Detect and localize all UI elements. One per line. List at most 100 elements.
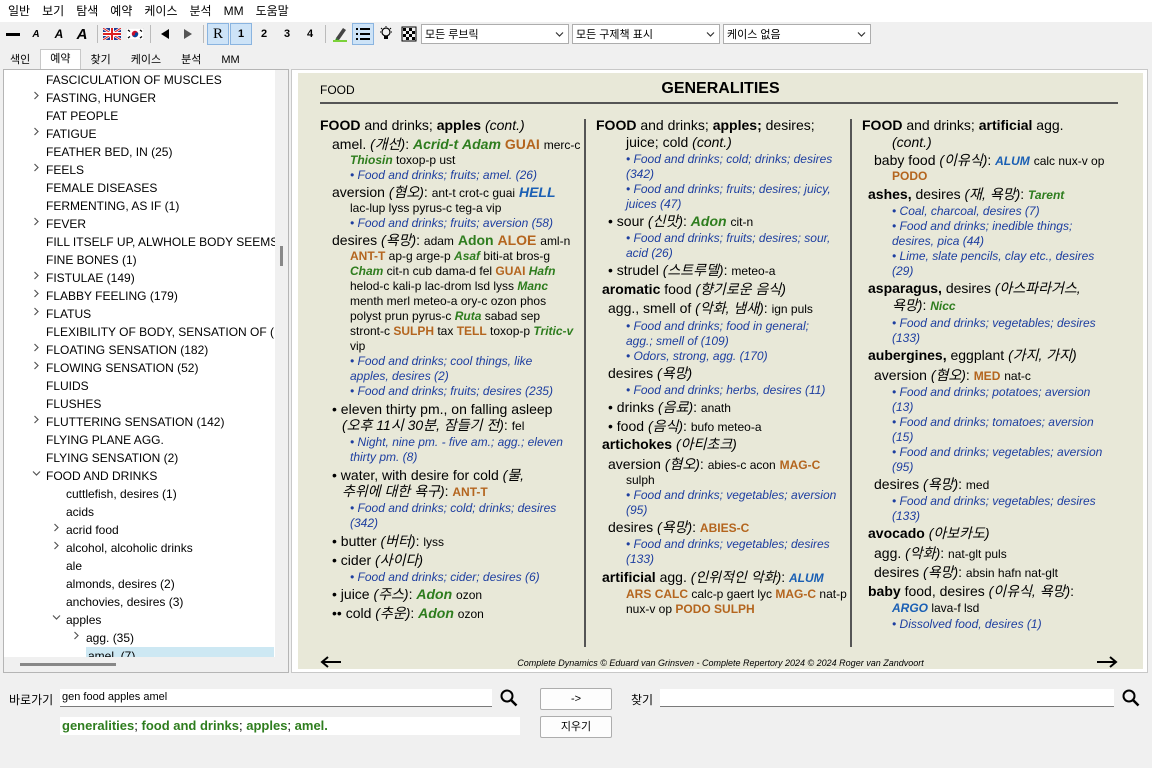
cross-reference[interactable]: • Lime, slate pencils, clay etc., desire… xyxy=(892,249,1094,264)
rubric[interactable]: • strudel (스트루델): meteo-a xyxy=(608,263,775,279)
cross-reference[interactable]: • Coal, charcoal, desires (7) xyxy=(892,204,1040,219)
clear-button[interactable]: 지우기 xyxy=(540,716,612,738)
rubric-heading[interactable]: artificial agg. (인위적인 악화): ALUM xyxy=(602,570,824,586)
cross-reference[interactable]: • Food and drinks; tomatoes; aversion xyxy=(892,415,1094,430)
cross-reference[interactable]: • Dissolved food, desires (1) xyxy=(892,617,1042,632)
tree-item[interactable]: FERMENTING, AS IF (1) xyxy=(46,197,179,215)
tree-item[interactable]: apples xyxy=(52,611,101,629)
tree-item[interactable]: FATIGUE xyxy=(33,125,96,143)
tree-item[interactable]: FLUTTERING SENSATION (142) xyxy=(33,413,224,431)
rubric[interactable]: agg. (악화): nat-glt puls xyxy=(874,546,1007,562)
tree-item[interactable]: FLYING SENSATION (2) xyxy=(46,449,178,467)
cross-reference[interactable]: (95) xyxy=(626,503,647,518)
find-input[interactable] xyxy=(660,689,1114,707)
tree-item[interactable]: FLYING PLANE AGG. xyxy=(46,431,164,449)
rubric[interactable]: 추위에 대한 욕구): ANT-T xyxy=(342,484,488,500)
cross-reference[interactable]: (133) xyxy=(892,509,920,524)
horizontal-scrollbar[interactable] xyxy=(4,657,288,672)
line-thick-icon[interactable] xyxy=(2,23,24,45)
rubric-heading[interactable]: FOOD and drinks; apples; desires; xyxy=(596,118,815,133)
rubric-heading[interactable]: aubergines, eggplant (가지, 가지) xyxy=(868,348,1077,363)
vertical-scrollbar[interactable] xyxy=(275,70,288,657)
tree-item[interactable]: FLABBY FEELING (179) xyxy=(33,287,178,305)
cross-reference[interactable]: • Food and drinks; fruits; desires; juic… xyxy=(626,182,831,197)
cross-reference[interactable]: (15) xyxy=(892,430,913,445)
cross-reference[interactable]: • Food and drinks; cool things, like xyxy=(350,354,532,369)
cross-reference[interactable]: (342) xyxy=(626,167,654,182)
rubric-heading[interactable]: baby food, desires (이유식, 욕망): xyxy=(868,584,1074,599)
cross-reference[interactable]: • Food and drinks; cold; drinks; desires xyxy=(350,501,556,516)
tree-item[interactable]: FOOD AND DRINKS xyxy=(32,467,157,485)
cross-reference[interactable]: • Food and drinks; vegetables; desires xyxy=(626,537,830,552)
repertory-level-2-button[interactable]: 2 xyxy=(253,23,275,45)
cross-reference[interactable]: (29) xyxy=(892,264,913,279)
font-small-icon[interactable]: A xyxy=(25,23,47,45)
cross-reference[interactable]: • Odors, strong, agg. (170) xyxy=(626,349,768,364)
cross-reference[interactable]: juices (47) xyxy=(626,197,681,212)
cross-reference[interactable]: desires, pica (44) xyxy=(892,234,984,249)
chevron-right-icon[interactable] xyxy=(50,521,62,539)
rubric[interactable]: • drinks (음료): anath xyxy=(608,400,731,416)
cross-reference[interactable]: (133) xyxy=(892,331,920,346)
search-icon[interactable] xyxy=(1120,687,1142,709)
chevron-right-icon[interactable] xyxy=(70,629,82,647)
tab-find[interactable]: 찾기 xyxy=(81,50,121,69)
rubric[interactable]: • sour (신맛): Adon cit-n xyxy=(608,214,753,230)
tree-item[interactable]: FISTULAE (149) xyxy=(33,269,135,287)
menu-view[interactable]: 보기 xyxy=(36,1,70,21)
rubric[interactable]: aversion (혐오): ant-t crot-c guai HELL xyxy=(332,185,556,201)
result-part[interactable]: generalities xyxy=(62,718,134,733)
cross-reference[interactable]: • Night, nine pm. - five am.; agg.; elev… xyxy=(350,435,563,450)
grid-icon[interactable] xyxy=(398,23,420,45)
tree-item[interactable]: FILL ITSELF UP, ALWHOLE BODY SEEMS T xyxy=(46,233,288,251)
repertory-level-3-button[interactable]: 3 xyxy=(276,23,298,45)
cross-reference[interactable]: • Food and drinks; herbs, desires (11) xyxy=(626,383,825,398)
rubric[interactable]: desires (욕망): med xyxy=(874,477,989,493)
rubric[interactable]: desires (욕망): absin hafn nat-glt xyxy=(874,565,1058,581)
rubric-heading[interactable]: aromatic food (향기로운 음식) xyxy=(602,282,786,297)
rubric-heading[interactable]: juice; cold (cont.) xyxy=(626,135,732,150)
tree-item[interactable]: FASCICULATION OF MUSCLES xyxy=(46,71,222,89)
tree-item[interactable]: anchovies, desires (3) xyxy=(66,593,183,611)
list-view-icon[interactable] xyxy=(352,23,374,45)
repertory-level-4-button[interactable]: 4 xyxy=(299,23,321,45)
rubric-heading[interactable]: artichokes (아티초크) xyxy=(602,437,737,452)
chevron-right-icon[interactable] xyxy=(30,161,42,179)
cross-reference[interactable]: apples, desires (2) xyxy=(350,369,449,384)
rubric[interactable]: desires (욕망): ABIES-C xyxy=(608,520,749,536)
cross-reference[interactable]: • Food and drinks; fruits; aversion (58) xyxy=(350,216,553,231)
nav-back-icon[interactable] xyxy=(154,23,176,45)
tree-item[interactable]: FEATHER BED, IN (25) xyxy=(46,143,172,161)
tree-item[interactable]: FLOATING SENSATION (182) xyxy=(33,341,208,359)
tree-item[interactable]: cuttlefish, desires (1) xyxy=(66,485,177,503)
cross-reference[interactable]: • Food and drinks; food in general; xyxy=(626,319,809,334)
tree-item[interactable]: acids xyxy=(66,503,94,521)
cross-reference[interactable]: (13) xyxy=(892,400,913,415)
rubric-heading[interactable]: avocado (아보카도) xyxy=(868,526,990,541)
cross-reference[interactable]: • Food and drinks; vegetables; desires xyxy=(892,494,1096,509)
rubric[interactable]: •• cold (추운): Adon ozon xyxy=(332,606,484,622)
rubric[interactable]: baby food (이유식): ALUM calc nux-v op xyxy=(874,153,1104,169)
nav-forward-icon[interactable] xyxy=(177,23,199,45)
highlighter-icon[interactable] xyxy=(329,23,351,45)
scrollbar-thumb[interactable] xyxy=(280,246,283,266)
rubric[interactable]: desires (욕망) xyxy=(608,366,692,381)
tree-item[interactable]: FEMALE DISEASES xyxy=(46,179,157,197)
tree-item[interactable]: FLATUS xyxy=(33,305,91,323)
tree-item[interactable]: FINE BONES (1) xyxy=(46,251,137,269)
chevron-right-icon[interactable] xyxy=(30,341,42,359)
tab-reservation[interactable]: 예약 xyxy=(40,49,81,69)
cross-reference[interactable]: • Food and drinks; cold; drinks; desires xyxy=(626,152,832,167)
result-part[interactable]: apples xyxy=(246,718,287,733)
rubric-heading[interactable]: 욕망): Nicc xyxy=(892,298,956,314)
repertory-r-button[interactable]: R xyxy=(207,23,229,45)
tab-case[interactable]: 케이스 xyxy=(121,50,171,69)
rubric-heading[interactable]: FOOD and drinks; apples (cont.) xyxy=(320,118,525,133)
rubric[interactable]: aversion (혐오): abies-c acon MAG-C xyxy=(608,457,820,473)
tree-item[interactable]: FEELS xyxy=(33,161,84,179)
menu-help[interactable]: 도움말 xyxy=(250,1,295,21)
cross-reference[interactable]: (342) xyxy=(350,516,378,531)
remedy-filter-select[interactable]: 모든 구제책 표시 xyxy=(572,24,720,44)
menu-case[interactable]: 케이스 xyxy=(138,1,183,21)
goto-input[interactable]: gen food apples amel xyxy=(60,689,492,707)
